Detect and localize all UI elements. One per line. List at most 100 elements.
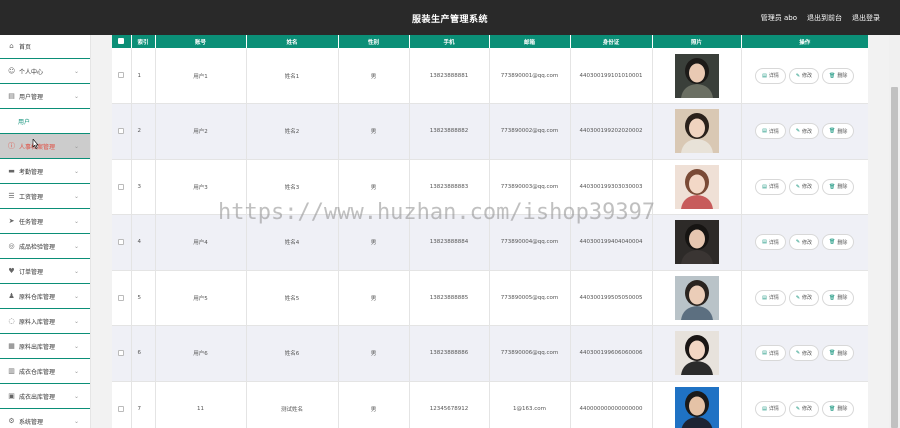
table-row[interactable]: 2 用户2 姓名2 男 13823888882 773890002@qq.com 44030… bbox=[112, 103, 868, 160]
detail-button[interactable]: ▤ 详情 bbox=[755, 178, 786, 195]
inbound-icon: ◌ bbox=[8, 316, 15, 325]
sidebar-item-11[interactable]: ◌ 原料入库管理 ⌄ bbox=[0, 309, 90, 334]
cell-photo bbox=[652, 214, 742, 271]
watermark-text: https://www.huzhan.com/ishop39397 bbox=[218, 200, 656, 225]
delete-button[interactable]: 🗑 删除 bbox=[822, 400, 855, 417]
table-row[interactable]: 1 用户1 姓名1 男 13823888881 773890001@qq.com 44030… bbox=[112, 48, 868, 104]
row-checkbox[interactable] bbox=[118, 183, 125, 190]
sidebar-subitem-user[interactable]: 用户 bbox=[0, 109, 90, 134]
chevron-down-icon: ⌄ bbox=[73, 418, 79, 425]
sidebar-item-1[interactable]: ☺ 个人中心 ⌄ bbox=[0, 59, 90, 84]
sidebar-item-15[interactable]: ⚙ 系统管理 ⌄ bbox=[0, 409, 90, 428]
cell-name: 姓名2 bbox=[246, 103, 339, 160]
sidebar-item-label: 用户管理 bbox=[19, 93, 44, 101]
edit-label: 修改 bbox=[802, 73, 813, 79]
back-to-frontend-link[interactable]: 退出到前台 bbox=[807, 13, 842, 23]
sidebar-item-12[interactable]: ▦ 原料出库管理 ⌄ bbox=[0, 334, 90, 359]
user-photo bbox=[674, 275, 719, 320]
table-row[interactable]: 5 用户5 姓名5 男 13823888885 773890005@qq.com 44030… bbox=[112, 270, 868, 326]
row-checkbox[interactable] bbox=[118, 405, 125, 412]
cell-name: 测试姓名 bbox=[246, 381, 339, 428]
row-select-cell bbox=[112, 381, 132, 428]
cell-account: 用户2 bbox=[155, 103, 247, 160]
user-photo bbox=[674, 53, 719, 98]
detail-icon: ▤ bbox=[762, 405, 767, 412]
edit-button[interactable]: ✎ 修改 bbox=[788, 400, 820, 417]
row-checkbox[interactable] bbox=[118, 350, 125, 356]
delete-button[interactable]: 🗑 删除 bbox=[822, 67, 855, 84]
cell-name: 姓名5 bbox=[246, 270, 339, 326]
cell-index: 2 bbox=[131, 103, 156, 160]
logout-link[interactable]: 退出登录 bbox=[852, 13, 880, 23]
edit-button[interactable]: ✎ 修改 bbox=[788, 123, 820, 140]
sidebar-item-0[interactable]: ⌂ 首页 bbox=[0, 35, 90, 59]
delete-icon: 🗑 bbox=[829, 405, 836, 412]
top-bar: 服装生产管理系统 管理员 abo 退出到前台 退出登录 bbox=[0, 0, 900, 35]
delete-button[interactable]: 🗑 删除 bbox=[822, 345, 855, 362]
cell-id-card: 440300199606060006 bbox=[570, 325, 653, 382]
delete-button[interactable]: 🗑 删除 bbox=[822, 289, 855, 306]
cell-gender: 男 bbox=[338, 103, 410, 160]
edit-button[interactable]: ✎ 修改 bbox=[788, 345, 820, 362]
detail-button[interactable]: ▤ 详情 bbox=[755, 400, 786, 417]
row-checkbox[interactable] bbox=[118, 128, 125, 134]
header-photo: 照片 bbox=[652, 35, 742, 48]
header-account: 账号 bbox=[155, 35, 247, 48]
detail-button[interactable]: ▤ 详情 bbox=[755, 345, 786, 362]
sidebar-item-5[interactable]: ▬ 考勤管理 ⌄ bbox=[0, 159, 90, 184]
sidebar-item-4[interactable]: ⓘ人事档案管理⌄ bbox=[0, 134, 90, 159]
delete-icon: 🗑 bbox=[829, 183, 836, 190]
edit-label: 修改 bbox=[802, 295, 813, 302]
chevron-down-icon: ⌄ bbox=[73, 393, 79, 400]
edit-button[interactable]: ✎ 修改 bbox=[788, 234, 820, 251]
delete-label: 删除 bbox=[837, 350, 848, 357]
detail-button[interactable]: ▤ 详情 bbox=[755, 289, 786, 306]
sidebar-item-7[interactable]: ➤ 任务管理 ⌄ bbox=[0, 209, 90, 234]
table-row[interactable]: 6 用户6 姓名6 男 13823888886 773890006@qq.com 44030… bbox=[112, 325, 868, 382]
edit-icon: ✎ bbox=[795, 72, 801, 79]
sidebar-item-2[interactable]: ▤ 用户管理 ⌄ bbox=[0, 84, 90, 109]
cell-actions: ▤ 详情 ✎ 修改 🗑 删除 bbox=[741, 270, 868, 326]
cell-phone: 12345678912 bbox=[409, 381, 490, 428]
attendance-icon: ▬ bbox=[8, 166, 15, 175]
row-checkbox[interactable] bbox=[118, 239, 125, 245]
detail-icon: ▤ bbox=[762, 183, 767, 190]
edit-icon: ✎ bbox=[795, 128, 801, 135]
cell-id-card: 440000000000000000 bbox=[570, 381, 653, 428]
delete-button[interactable]: 🗑 删除 bbox=[822, 178, 855, 195]
cell-actions: ▤ 详情 ✎ 修改 🗑 删除 bbox=[741, 48, 868, 104]
sidebar-item-6[interactable]: ☰ 工资管理 ⌄ bbox=[0, 184, 90, 209]
cell-index: 5 bbox=[131, 270, 156, 326]
detail-label: 详情 bbox=[768, 239, 779, 246]
sidebar-item-label: 成衣仓库管理 bbox=[19, 368, 56, 376]
sidebar-item-8[interactable]: ◎ 成品检验管理 ⌄ bbox=[0, 234, 90, 259]
sidebar-item-13[interactable]: ▥ 成衣仓库管理 ⌄ bbox=[0, 359, 90, 384]
row-checkbox[interactable] bbox=[118, 294, 125, 301]
row-select-cell bbox=[112, 159, 132, 215]
delete-button[interactable]: 🗑 删除 bbox=[822, 234, 855, 251]
row-select-cell bbox=[112, 214, 132, 271]
detail-button[interactable]: ▤ 详情 bbox=[755, 67, 786, 84]
mouse-cursor-icon bbox=[32, 139, 39, 149]
detail-icon: ▤ bbox=[762, 72, 767, 79]
chevron-down-icon: ⌄ bbox=[73, 243, 79, 250]
detail-button[interactable]: ▤ 详情 bbox=[755, 234, 786, 251]
select-all-checkbox[interactable] bbox=[118, 38, 125, 45]
cell-photo bbox=[652, 381, 742, 428]
user-table: 索引 账号 姓名 性别 手机 邮箱 身份证 照片 操作 1 用户1 姓名1 男 1382… bbox=[112, 35, 868, 428]
edit-button[interactable]: ✎ 修改 bbox=[788, 67, 820, 84]
vertical-scrollbar[interactable] bbox=[889, 35, 900, 428]
home-icon: ⌂ bbox=[9, 42, 14, 50]
sidebar-item-10[interactable]: ♟ 原料仓库管理 ⌄ bbox=[0, 284, 90, 309]
cell-gender: 男 bbox=[338, 381, 410, 428]
scrollbar-thumb[interactable] bbox=[891, 87, 898, 428]
delete-button[interactable]: 🗑 删除 bbox=[822, 123, 855, 140]
row-checkbox[interactable] bbox=[118, 72, 125, 79]
table-row[interactable]: 7 11 测试姓名男 12345678912 1@163.com 440000000000… bbox=[112, 381, 868, 428]
edit-button[interactable]: ✎ 修改 bbox=[788, 178, 820, 195]
sidebar-item-14[interactable]: ▣ 成衣出库管理 ⌄ bbox=[0, 384, 90, 409]
edit-button[interactable]: ✎ 修改 bbox=[788, 289, 820, 306]
detail-button[interactable]: ▤ 详情 bbox=[755, 123, 786, 140]
header-phone: 手机 bbox=[409, 35, 490, 48]
sidebar-item-9[interactable]: ♥ 订单管理 ⌄ bbox=[0, 259, 90, 284]
